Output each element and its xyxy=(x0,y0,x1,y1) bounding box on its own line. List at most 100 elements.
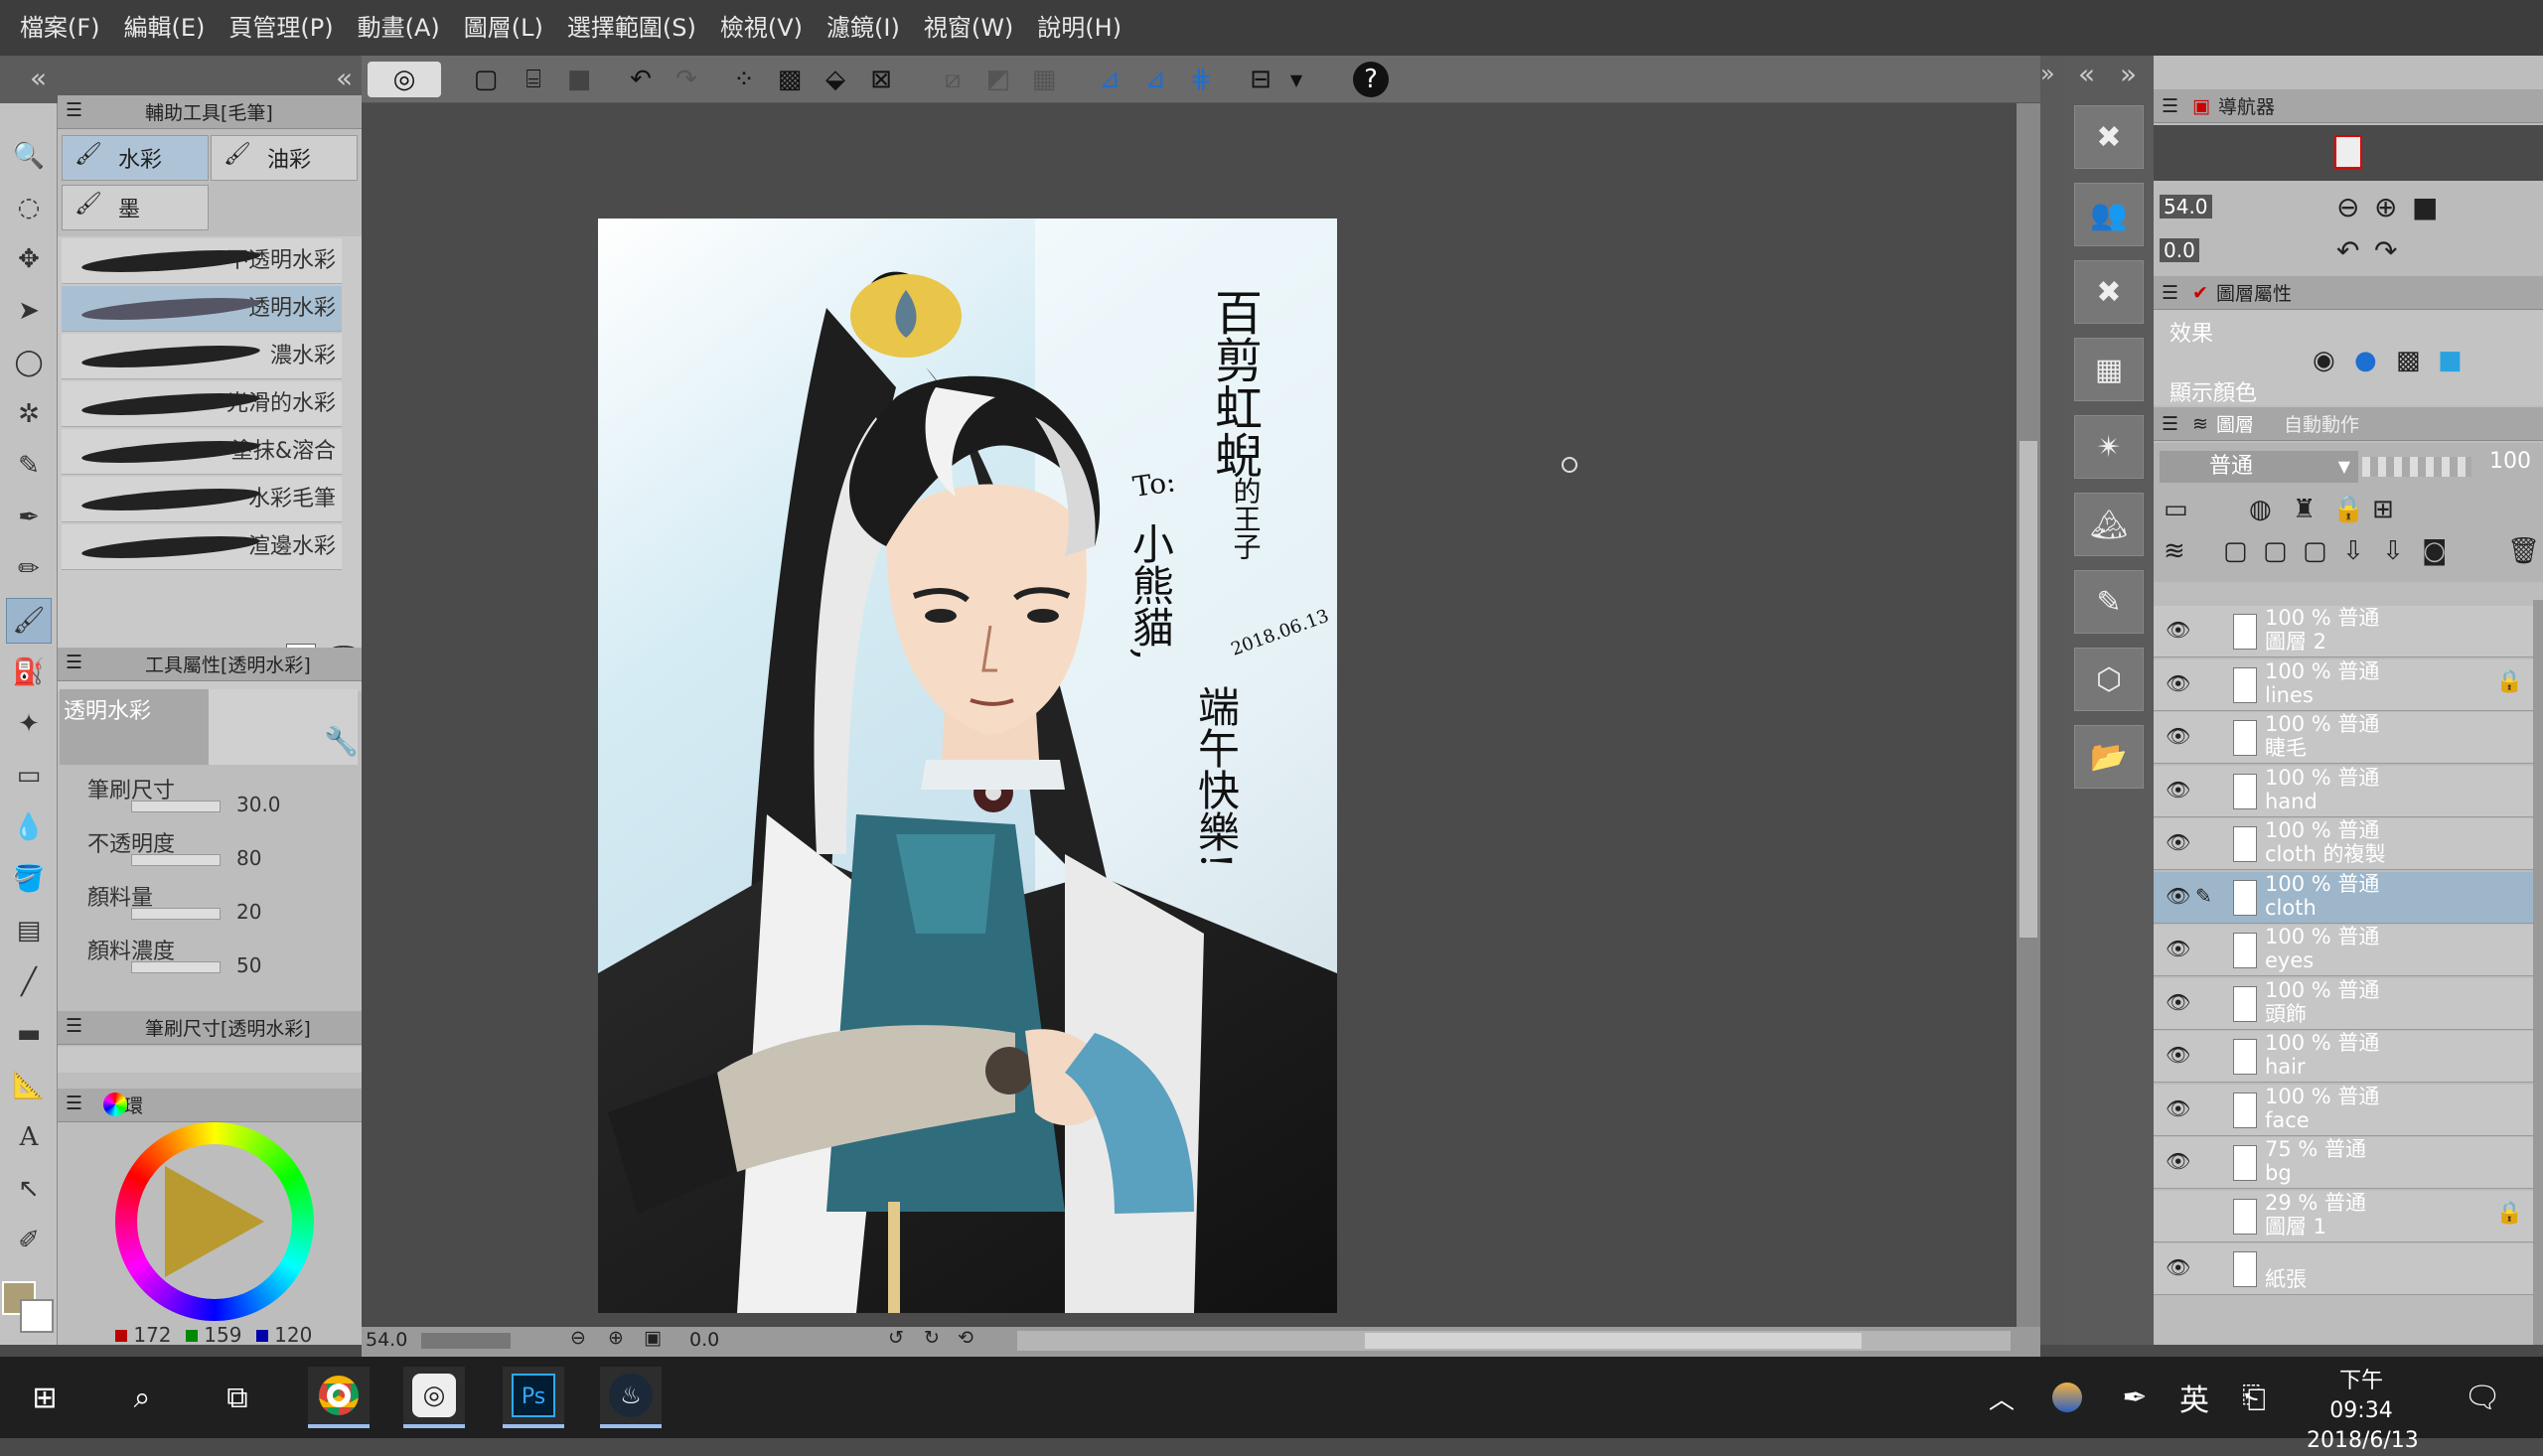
tray-expand-icon[interactable]: ︿ xyxy=(1971,1367,2032,1428)
nav-rotate-right-icon[interactable]: ↷ xyxy=(2374,234,2397,267)
layer-name[interactable]: 圖層 1 xyxy=(2265,1215,2326,1238)
snap-special-ruler-icon[interactable]: ⊿ xyxy=(1136,62,1174,97)
visibility-eye-icon[interactable]: 👁 xyxy=(2166,830,2190,854)
visibility-eye-icon[interactable]: 👁 xyxy=(2166,1149,2190,1173)
material-effect-icon[interactable]: ✴ xyxy=(2074,415,2144,479)
layer-name[interactable]: cloth 的複製 xyxy=(2265,842,2385,866)
expand-icon[interactable]: » xyxy=(2120,58,2137,90)
effect-tone-icon[interactable]: ● xyxy=(2354,346,2377,375)
folder-icon[interactable]: 📂 xyxy=(2074,725,2144,789)
sub-color-swatch[interactable] xyxy=(20,1299,54,1333)
tab-watercolor[interactable]: 🖌 水彩 xyxy=(62,135,209,181)
navigator-rotation[interactable]: 0.0 xyxy=(2160,238,2199,262)
color-wheel[interactable] xyxy=(115,1122,314,1321)
brush-tool-icon[interactable]: 🖌 xyxy=(6,598,52,644)
menu-edit[interactable]: 編輯(E) xyxy=(112,0,218,56)
panel-menu-icon[interactable]: ☰ xyxy=(66,1092,82,1114)
effect-screen-icon[interactable]: ▩ xyxy=(2396,346,2421,375)
material-frame-icon[interactable]: ▦ xyxy=(2074,338,2144,401)
redo-icon[interactable]: ↷ xyxy=(668,62,705,97)
layer-lock-icon[interactable]: 🔒 xyxy=(2496,669,2523,694)
layer-name[interactable]: bg xyxy=(2265,1161,2292,1185)
opacity-value[interactable]: 100 xyxy=(2489,449,2531,474)
decoration-tool-icon[interactable]: ✦ xyxy=(6,701,52,747)
collapse-subtool-icon[interactable]: « xyxy=(336,62,353,94)
layers-stack-icon[interactable]: ≋ xyxy=(2164,536,2185,566)
tab-oil[interactable]: 🖌 油彩 xyxy=(211,135,358,181)
panel-menu-icon[interactable]: ☰ xyxy=(66,1015,82,1037)
transform-icon[interactable]: ⊠ xyxy=(862,62,900,97)
layer-row[interactable]: 29 % 普通 圖層 1 🔒 xyxy=(2154,1190,2533,1242)
layer-lock-icon[interactable]: 🔒 xyxy=(2496,1201,2523,1226)
layer-tab[interactable]: 圖層 xyxy=(2216,410,2254,437)
nav-zoom-out-icon[interactable]: ⊖ xyxy=(2336,191,2359,223)
menu-page[interactable]: 頁管理(P) xyxy=(217,0,345,56)
fill-icon[interactable]: ⬙ xyxy=(817,62,854,97)
visibility-eye-icon[interactable]: 👁 xyxy=(2166,1255,2190,1279)
prop-brush-size[interactable]: 筆刷尺寸 30.0 xyxy=(58,771,362,824)
move-tool-icon[interactable]: ✥ xyxy=(6,236,52,282)
brush-item[interactable]: 濃水彩 xyxy=(62,334,342,379)
layer-name[interactable]: 圖層 2 xyxy=(2265,630,2326,654)
selection-tool-icon[interactable]: ◌ xyxy=(6,185,52,230)
zoom-out-icon[interactable]: ⊖ xyxy=(570,1327,586,1349)
layer-name[interactable]: lines xyxy=(2265,683,2314,707)
figure-tool-icon[interactable]: ╱ xyxy=(6,959,52,1005)
lasso-tool-icon[interactable]: ◯ xyxy=(6,340,52,385)
brush-item[interactable]: 光滑的水彩 xyxy=(62,381,342,427)
pen-tool-icon[interactable]: ✒ xyxy=(6,495,52,540)
new-vector-layer-icon[interactable]: ▢ xyxy=(2263,536,2288,566)
tray-app-icon[interactable] xyxy=(2036,1367,2098,1428)
open-file-icon[interactable]: ⌸ xyxy=(515,62,552,97)
tab-ink[interactable]: 🖌 墨 xyxy=(62,185,209,230)
invert-selection-icon[interactable]: ◩ xyxy=(979,62,1017,97)
chrome-icon[interactable] xyxy=(308,1367,370,1428)
mask-icon[interactable]: ◙ xyxy=(2422,536,2447,566)
layer-name[interactable]: hair xyxy=(2265,1055,2306,1079)
dropdown-icon[interactable]: ▼ xyxy=(1277,62,1315,97)
menu-view[interactable]: 檢視(V) xyxy=(708,0,815,56)
photoshop-icon[interactable]: Ps xyxy=(503,1367,564,1428)
notification-icon[interactable]: 🗨 xyxy=(2452,1367,2513,1428)
visibility-eye-icon[interactable]: 👁 xyxy=(2166,618,2190,642)
ime-indicator[interactable]: 英 xyxy=(2164,1367,2225,1428)
blend-tool-icon[interactable]: 💧 xyxy=(6,804,52,850)
zoom-tool-icon[interactable]: 🔍 xyxy=(6,133,52,179)
layer-row[interactable]: 👁 ✎ 100 % 普通 cloth xyxy=(2154,871,2533,924)
layer-row[interactable]: 👁 100 % 普通 hand xyxy=(2154,765,2533,817)
pencil-tool-icon[interactable]: ✏ xyxy=(6,546,52,592)
layer-row[interactable]: 👁 100 % 普通 圖層 2 xyxy=(2154,606,2533,657)
material-person-icon[interactable]: 👥 xyxy=(2074,183,2144,246)
material-icon[interactable]: ✖ xyxy=(2074,105,2144,169)
layer-name[interactable]: eyes xyxy=(2265,948,2314,972)
visibility-eye-icon[interactable]: 👁 xyxy=(2166,778,2190,801)
clip-studio-icon[interactable]: ◎ xyxy=(368,62,441,97)
gradient-tool-icon[interactable]: ▤ xyxy=(6,908,52,953)
layer-name[interactable]: face xyxy=(2265,1108,2310,1132)
brush-item[interactable]: 塗抹&溶合 xyxy=(62,429,342,475)
layer-row[interactable]: 👁 75 % 普通 bg xyxy=(2154,1137,2533,1189)
balloon-tool-icon[interactable]: ↖ xyxy=(6,1166,52,1212)
panel-menu-icon[interactable]: ☰ xyxy=(66,652,82,673)
rotate-right-icon[interactable]: ↻ xyxy=(924,1327,940,1349)
collapse-left-icon[interactable]: « xyxy=(30,62,47,94)
zoom-readout[interactable]: 54.0 xyxy=(366,1329,407,1351)
merge-down-icon[interactable]: ⇩ xyxy=(2382,536,2404,566)
prop-paint-amount[interactable]: 顏料量 20 xyxy=(58,878,362,932)
menu-selection[interactable]: 選擇範圍(S) xyxy=(555,0,708,56)
snap-grid-icon[interactable]: ⋕ xyxy=(1182,62,1220,97)
layer-name[interactable]: cloth xyxy=(2265,896,2317,920)
eraser-tool-icon[interactable]: ▭ xyxy=(6,753,52,799)
visibility-eye-icon[interactable]: 👁 xyxy=(2166,724,2190,748)
eyedropper-tool-icon[interactable]: ✎ xyxy=(6,443,52,489)
visibility-eye-icon[interactable]: 👁 xyxy=(2166,990,2190,1014)
menu-animation[interactable]: 動畫(A) xyxy=(346,0,452,56)
nav-rotate-left-icon[interactable]: ↶ xyxy=(2336,234,2359,267)
selection-border-icon[interactable]: ▦ xyxy=(1025,62,1063,97)
material-3d-icon[interactable]: ⬡ xyxy=(2074,648,2144,711)
brush-item[interactable]: 不透明水彩 xyxy=(62,238,342,284)
text-tool-icon[interactable]: A xyxy=(6,1114,52,1160)
blend-mode-select[interactable]: 普通 ▼ xyxy=(2160,451,2358,483)
new-raster-layer-icon[interactable]: ▢ xyxy=(2223,536,2248,566)
artwork-canvas[interactable]: 百剪虹蜺 的王子 2018.06.13 To: 小熊貓, 端午快樂! xyxy=(598,218,1337,1313)
